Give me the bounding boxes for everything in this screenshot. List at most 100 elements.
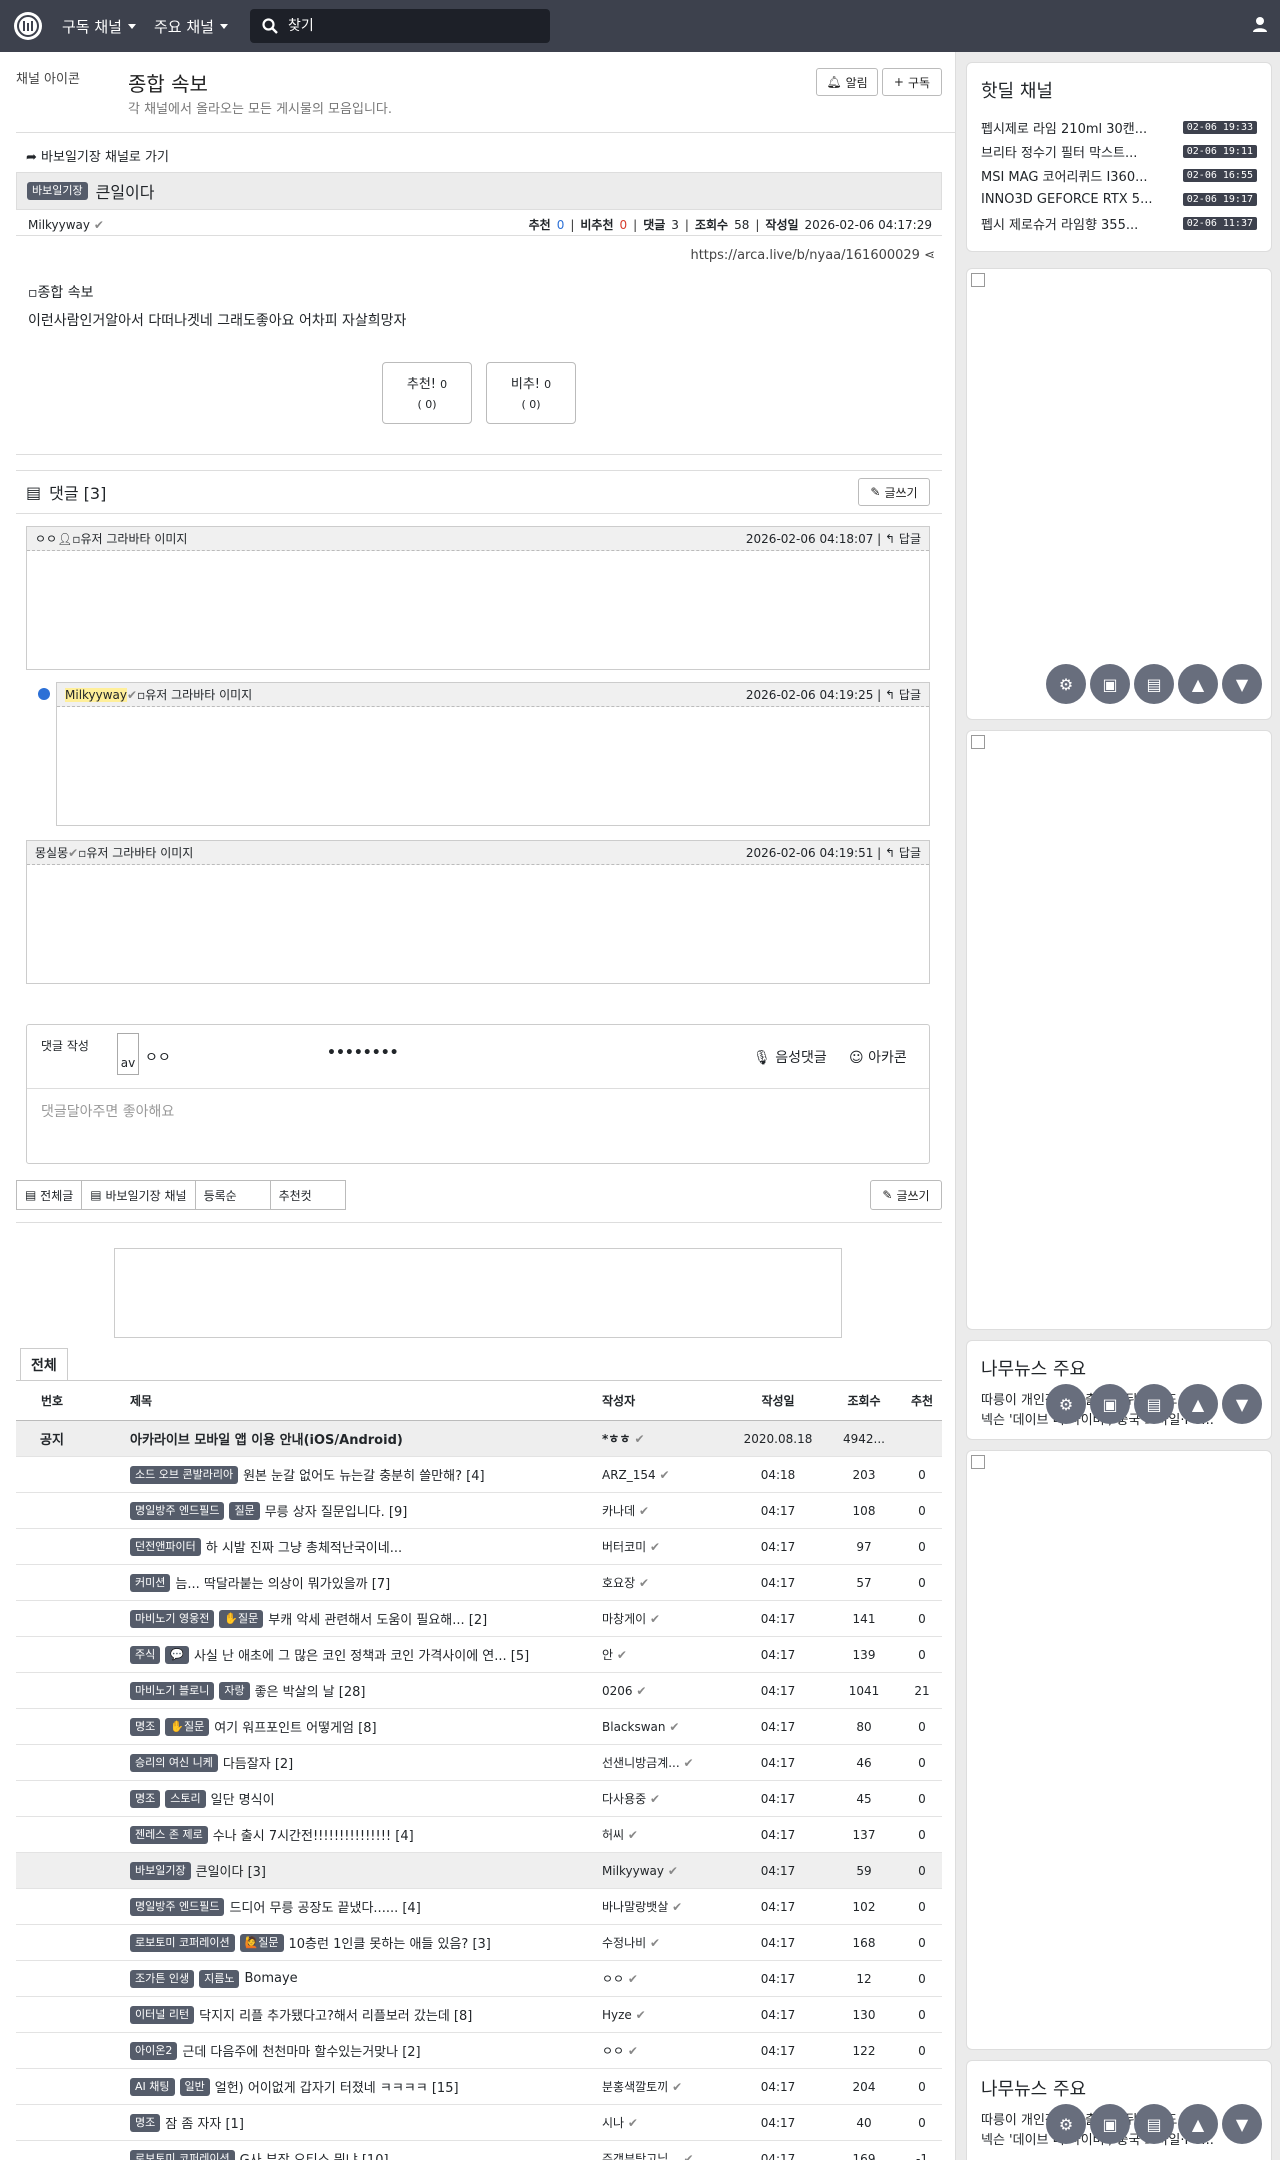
category-badge[interactable]: 🙋질문 [239, 1933, 284, 1952]
post-link[interactable]: 근데 다음주에 천천마마 할수있는거맞나 [2] [182, 2041, 420, 2060]
category-badge[interactable]: 아이온2 [130, 2041, 178, 2060]
category-badge[interactable]: 조가튼 인생 [130, 1969, 195, 1988]
back-to-channel-link[interactable]: ➦ 바보일기장 채널로 가기 [26, 146, 169, 165]
category-badge[interactable]: 던전앤파이터 [130, 1537, 201, 1556]
category-badge[interactable]: 로보토미 코퍼레이션 [130, 2149, 235, 2160]
share-icon[interactable]: ⋖ [924, 248, 935, 263]
category-badge[interactable]: 마비노기 블로니 [130, 1681, 215, 1700]
category-badge[interactable]: 명조 [130, 2113, 161, 2132]
table-row[interactable]: 로보토미 코퍼레이션G사 부장 오티스 뭐냐 [10] 주갱부탁고님... ✔ … [16, 2141, 942, 2160]
gear-button[interactable]: ⚙ [1046, 664, 1086, 704]
arcacon-button[interactable]: ☺ 아카콘 [849, 1047, 907, 1067]
table-row[interactable]: 아이온2 근데 다음주에 천천마마 할수있는거맞나 [2] ㅇㅇ ✔ 04:17 … [16, 2033, 942, 2069]
best-cut-select[interactable]: 추천컷 [269, 1180, 346, 1210]
tab-channel[interactable]: ▤ 바보일기장 채널 [81, 1180, 196, 1210]
subscribed-channels-menu[interactable]: 구독 채널 [62, 16, 136, 37]
document-button[interactable]: ▤ [1134, 1384, 1174, 1424]
upvote-button[interactable]: 추천! 0 ( 0) [382, 362, 472, 424]
alert-button[interactable]: 🔔︎ 알림 [816, 68, 878, 96]
post-link[interactable]: Bomaye [244, 1971, 297, 1986]
table-row[interactable]: 명조 잠 좀 자자 [1] 시나 ✔ 04:17 40 0 [16, 2105, 942, 2141]
table-row[interactable]: 주식 💬 사실 난 애초에 그 많은 코인 정책과 코인 가격사이에 연... [5… [16, 1637, 942, 1673]
category-badge[interactable]: 바보일기장 [130, 1861, 191, 1880]
post-link[interactable]: 원본 눈갈 없어도 뉴는갈 충분히 쓸만해? [4] [243, 1465, 484, 1484]
table-row[interactable]: AI 채팅 일반 얼헌) 어이없게 갑자기 터졌네 ㅋㅋㅋㅋ [15] 분홍색깔토끼… [16, 2069, 942, 2105]
post-link[interactable]: 일단 명식이 [211, 1789, 275, 1808]
post-link[interactable]: 드디어 무릉 공장도 끝냈다...... [4] [229, 1897, 420, 1916]
category-badge[interactable]: 바보일기장 [27, 182, 88, 200]
category-badge[interactable]: 이터널 리턴 [130, 2005, 195, 2024]
table-row[interactable]: 마비노기 블로니 자랑 좋은 박살의 날 [28] 0206 ✔ 04:17 104… [16, 1673, 942, 1709]
category-badge[interactable]: 주식 [130, 1645, 161, 1664]
arrow-down-button[interactable]: ▼ [1222, 1384, 1262, 1424]
downvote-button[interactable]: 비추! 0 ( 0) [486, 362, 576, 424]
document-button[interactable]: ▤ [1134, 664, 1174, 704]
arrow-down-button[interactable]: ▼ [1222, 664, 1262, 704]
category-badge[interactable]: 마비노기 영웅전 [130, 1609, 215, 1628]
category-badge[interactable]: ✋질문 [165, 1717, 210, 1736]
post-link[interactable]: 닥지지 리플 추가됐다고?해서 리플보러 갔는데 [8] [199, 2005, 472, 2024]
table-row[interactable]: 바보일기장 큰일이다 [3] Milkyyway ✔ 04:17 59 0 [16, 1853, 942, 1889]
reply-button[interactable]: ↰ 답글 [885, 846, 921, 860]
category-badge[interactable]: 젠레스 존 제로 [130, 1825, 208, 1844]
arrow-up-button[interactable]: ▲ [1178, 1384, 1218, 1424]
post-link[interactable]: 10층런 1인클 못하는 애들 있음? [3] [289, 1933, 491, 1952]
ad-slot[interactable] [966, 268, 1272, 720]
table-row[interactable]: 이터널 리턴 닥지지 리플 추가됐다고?해서 리플보러 갔는데 [8] Hyze … [16, 1997, 942, 2033]
comments-button[interactable]: ▣ [1090, 664, 1130, 704]
board-tab-all[interactable]: 전체 [20, 1348, 68, 1380]
category-badge[interactable]: 명일방주 엔드필드 [130, 1501, 225, 1520]
table-row[interactable]: 젠레스 존 제로 수나 출시 7시간전!!!!!!!!!!!!!!! [4] 허씨… [16, 1817, 942, 1853]
table-row[interactable]: 마비노기 영웅전 ✋질문 부캐 악세 관련해서 도움이 필요해... [2] 마창게… [16, 1601, 942, 1637]
main-channels-menu[interactable]: 주요 채널 [154, 16, 228, 37]
table-row[interactable]: 조가튼 인생 지름노 Bomaye ㅇㅇ ✔ 04:17 12 0 [16, 1961, 942, 1997]
category-badge[interactable]: 로보토미 코퍼레이션 [130, 1933, 235, 1952]
table-row[interactable]: 로보토미 코퍼레이션 🙋질문 10층런 1인클 못하는 애들 있음? [3] 수정나… [16, 1925, 942, 1961]
post-link[interactable]: 좋은 박살의 날 [28] [255, 1681, 366, 1700]
ad-slot[interactable] [966, 730, 1272, 1330]
post-link[interactable]: 잠 좀 자자 [1] [165, 2113, 244, 2132]
arca-logo-icon[interactable] [14, 12, 42, 40]
category-badge[interactable]: 일반 [179, 2077, 210, 2096]
document-button[interactable]: ▤ [1134, 2104, 1174, 2144]
gear-button[interactable]: ⚙ [1046, 2104, 1086, 2144]
ad-banner[interactable] [114, 1248, 842, 1338]
arrow-down-button[interactable]: ▼ [1222, 2104, 1262, 2144]
table-row[interactable]: 승리의 여신 니케 다듬잘자 [2] 선샌니방금계... ✔ 04:17 46 0 [16, 1745, 942, 1781]
search-input[interactable] [287, 18, 528, 34]
post-link[interactable]: 무릉 상자 질문입니다. [9] [265, 1501, 408, 1520]
post-write-button[interactable]: ✎ 글쓰기 [870, 1180, 942, 1210]
post-link[interactable]: 여기 워프포인트 어떻게엄 [8] [214, 1717, 376, 1736]
post-link[interactable]: 하 시발 진짜 그냥 총체적난국이네... [206, 1537, 402, 1556]
category-badge[interactable]: 질문 [229, 1501, 260, 1520]
post-link[interactable]: 늠... 딱달라붙는 의상이 뭐가있을까 [7] [175, 1573, 390, 1592]
category-badge[interactable]: 커미션 [130, 1573, 171, 1592]
hotdeal-item[interactable]: 펩시 제로슈거 라임향 355... 02-06 11:37 [981, 211, 1257, 235]
arrow-up-button[interactable]: ▲ [1178, 664, 1218, 704]
category-badge[interactable]: 승리의 여신 니케 [130, 1753, 218, 1772]
tab-all-posts[interactable]: ▤ 전체글 [16, 1180, 83, 1210]
category-badge[interactable]: 소드 오브 콘발라리아 [130, 1465, 239, 1484]
comment-write-button[interactable]: ✎ 글쓰기 [858, 478, 930, 506]
category-badge[interactable]: 💬 [165, 1645, 189, 1664]
ad-slot[interactable] [966, 1450, 1272, 2050]
hotdeal-title[interactable]: 핫딜 채널 [981, 77, 1257, 103]
category-badge[interactable]: 명일방주 엔드필드 [130, 1897, 225, 1916]
reply-button[interactable]: ↰ 답글 [885, 532, 921, 546]
table-row[interactable]: 커미션 늠... 딱달라붙는 의상이 뭐가있을까 [7] 호요장 ✔ 04:17 … [16, 1565, 942, 1601]
post-link[interactable]: G사 부장 오티스 뭐냐 [10] [240, 2149, 389, 2160]
post-link[interactable]: 사실 난 애초에 그 많은 코인 정책과 코인 가격사이에 연... [5] [194, 1645, 529, 1664]
post-link[interactable]: 다듬잘자 [2] [223, 1753, 293, 1772]
sort-select[interactable]: 등록순 [194, 1180, 271, 1210]
category-badge[interactable]: 자랑 [219, 1681, 250, 1700]
voice-comment-button[interactable]: 🎙︎ 음성댓글 [753, 1047, 827, 1067]
subscribe-button[interactable]: + 구독 [882, 68, 942, 96]
category-badge[interactable]: 지름노 [199, 1969, 240, 1988]
category-badge[interactable]: 명조 [130, 1717, 161, 1736]
category-badge[interactable]: ✋질문 [219, 1609, 264, 1628]
table-row[interactable]: 명일방주 엔드필드 질문 무릉 상자 질문입니다. [9] 카나데 ✔ 04:17 … [16, 1493, 942, 1529]
post-link[interactable]: 큰일이다 [3] [196, 1861, 266, 1880]
gear-button[interactable]: ⚙ [1046, 1384, 1086, 1424]
category-badge[interactable]: 스토리 [165, 1789, 206, 1808]
comments-button[interactable]: ▣ [1090, 1384, 1130, 1424]
